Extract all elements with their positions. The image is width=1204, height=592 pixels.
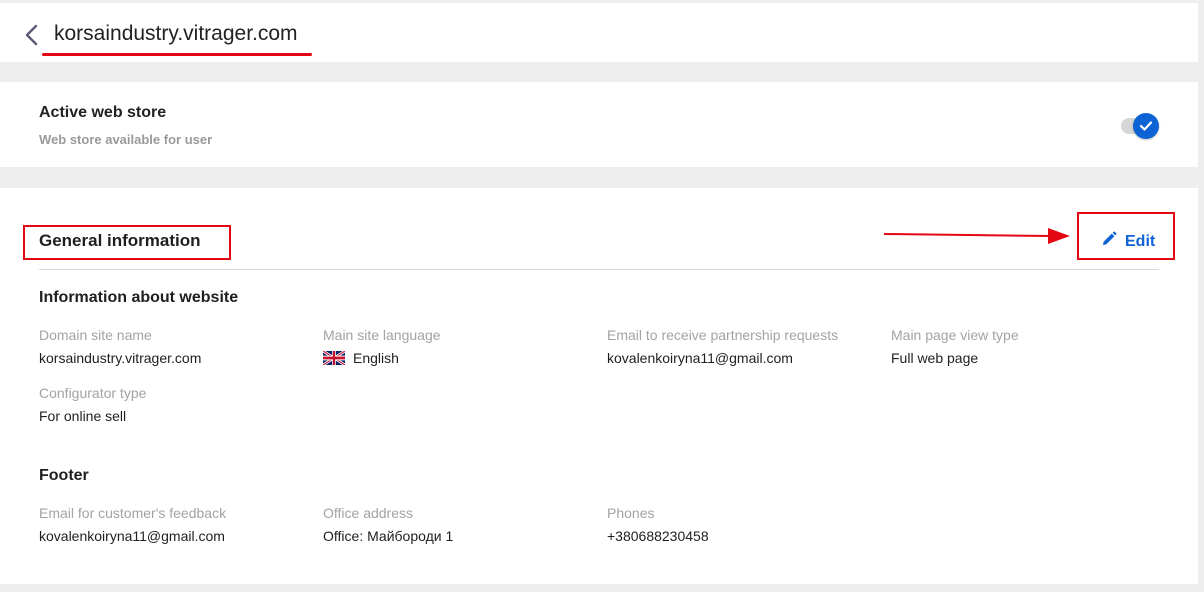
active-store-card: Active web store Web store available for… [0, 82, 1198, 167]
uk-flag-icon [322, 349, 346, 367]
field-feedback-email: Email for customer's feedback kovalenkoi… [39, 505, 226, 544]
field-label: Main page view type [891, 327, 1019, 343]
field-label: Phones [607, 505, 655, 521]
field-value: +380688230458 [607, 528, 709, 544]
field-value: korsaindustry.vitrager.com [39, 350, 202, 366]
field-main-site-language: Main site language English [322, 327, 441, 367]
field-value-language: English [322, 349, 441, 367]
page-title: korsaindustry.vitrager.com [54, 22, 298, 45]
field-office-address: Office address Office: Майбороди 1 [323, 505, 453, 544]
field-label: Office address [323, 505, 414, 521]
field-value: Office: Майбороди 1 [323, 528, 454, 544]
field-main-page-view-type: Main page view type Full web page [891, 327, 1019, 366]
annotation-arrow-icon [883, 228, 1070, 244]
active-store-toggle[interactable] [1121, 113, 1159, 139]
active-store-title: Active web store [39, 104, 167, 121]
field-label: Email for customer's feedback [39, 505, 227, 521]
field-value: Full web page [891, 350, 979, 366]
field-label: Main site language [323, 327, 441, 343]
field-value: kovalenkoiryna11@gmail.com [39, 528, 225, 544]
field-label: Domain site name [39, 327, 152, 343]
field-domain-site-name: Domain site name korsaindustry.vitrager.… [39, 327, 201, 366]
active-store-subtitle: Web store available for user [39, 132, 213, 147]
header-card: korsaindustry.vitrager.com [0, 3, 1198, 62]
subsection-title-website: Information about website [39, 289, 239, 306]
divider [39, 269, 1159, 270]
field-label: Email to receive partnership requests [607, 327, 839, 343]
subsection-title-footer: Footer [39, 467, 89, 484]
field-phones: Phones +380688230458 [607, 505, 709, 544]
field-value: kovalenkoiryna11@gmail.com [607, 350, 793, 366]
annotation-underline [42, 53, 312, 56]
general-info-card: General information Edit Information abo… [0, 188, 1198, 584]
field-configurator-type: Configurator type For online sell [39, 385, 146, 424]
field-partnership-email: Email to receive partnership requests ko… [607, 327, 838, 366]
field-label: Configurator type [39, 385, 147, 401]
back-chevron-icon[interactable] [22, 23, 42, 47]
field-value: For online sell [39, 408, 127, 424]
annotation-box-edit [1077, 212, 1175, 260]
checkmark-icon [1133, 113, 1159, 139]
language-value: English [353, 350, 399, 366]
annotation-box-general [23, 225, 231, 260]
